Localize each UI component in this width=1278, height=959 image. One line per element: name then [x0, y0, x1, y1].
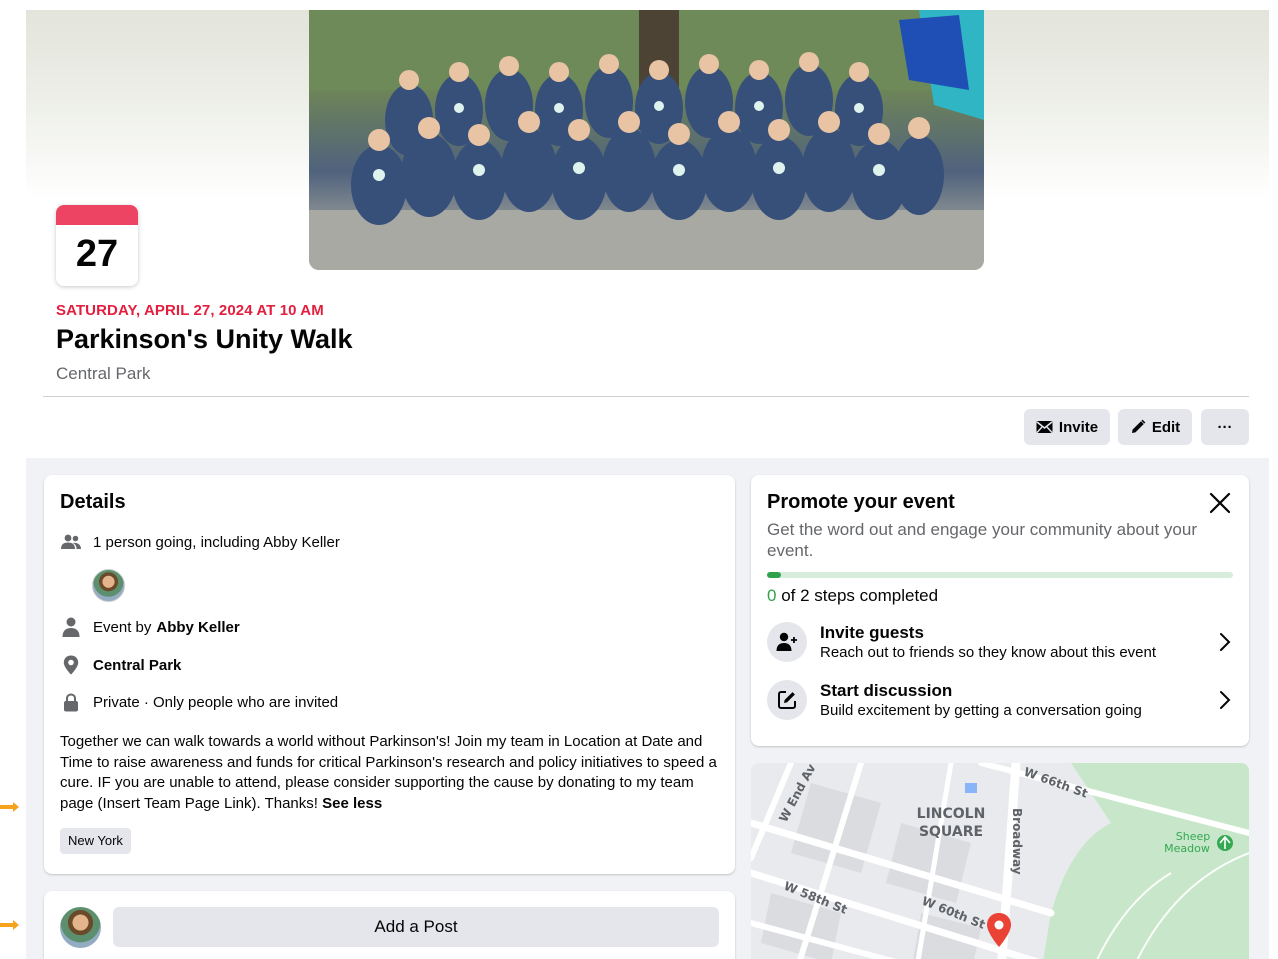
compose-icon: [767, 680, 807, 720]
steps-completed: 0 of 2 steps completed: [767, 586, 938, 606]
map-label-lincoln: LINCOLN: [917, 806, 986, 822]
event-location-link[interactable]: Central Park: [56, 364, 150, 384]
calendar-date-card: 27: [56, 205, 138, 286]
details-card: Details 1 person going, including Abby K…: [44, 475, 735, 874]
details-heading: Details: [60, 491, 126, 513]
steps-rest-text: of 2 steps completed: [781, 586, 939, 605]
invite-guests-step[interactable]: Invite guests Reach out to friends so th…: [767, 616, 1233, 668]
guest-avatar[interactable]: [92, 569, 125, 602]
promote-heading: Promote your event: [767, 491, 955, 513]
invite-button[interactable]: Invite: [1024, 409, 1110, 445]
pencil-icon: [1131, 419, 1146, 433]
location-name: Central Park: [93, 656, 182, 674]
location-map[interactable]: W End Av W 66th St LINCOLN SQUARE Broadw…: [751, 763, 1249, 959]
start-discussion-step[interactable]: Start discussion Build excitement by get…: [767, 674, 1233, 726]
host-row: Event by Abby Keller: [60, 616, 240, 638]
add-person-icon: [767, 622, 807, 662]
event-title: Parkinson's Unity Walk: [56, 324, 353, 354]
cover-photo[interactable]: [309, 10, 984, 270]
chevron-right-icon: [1220, 633, 1231, 651]
description-text: Together we can walk towards a world wit…: [60, 733, 717, 812]
map-label-broadway: Broadway: [1010, 808, 1024, 875]
header-divider: [43, 396, 1249, 397]
step-description: Build excitement by getting a conversati…: [820, 701, 1142, 719]
map-label-square: SQUARE: [919, 824, 983, 840]
lock-icon: [60, 691, 82, 713]
see-less-link[interactable]: See less: [322, 795, 382, 812]
annotation-arrow: [0, 920, 19, 930]
user-avatar[interactable]: [60, 907, 101, 948]
event-by-prefix: Event by: [93, 618, 152, 636]
progress-bar: [767, 572, 1233, 578]
steps-done-count: 0: [767, 586, 777, 605]
people-icon: [60, 531, 82, 553]
privacy-text: Private · Only people who are invited: [93, 693, 339, 711]
annotation-arrow: [0, 802, 19, 812]
event-description: Together we can walk towards a world wit…: [60, 732, 720, 814]
person-icon: [60, 616, 82, 638]
event-day-number: 27: [75, 233, 119, 275]
map-label-meadow: Meadow: [1164, 842, 1210, 855]
category-tag[interactable]: New York: [60, 828, 131, 854]
location-row[interactable]: Central Park: [60, 654, 181, 676]
going-text: 1 person going, including Abby Keller: [93, 533, 340, 551]
cover-area: [26, 10, 1269, 458]
calendar-bar: [56, 205, 138, 225]
progress-fill: [767, 572, 781, 578]
add-post-button[interactable]: Add a Post: [113, 907, 719, 947]
promote-event-card: Promote your event Get the word out and …: [751, 475, 1249, 746]
edit-label: Edit: [1151, 418, 1181, 436]
location-pin-icon: [60, 654, 82, 676]
more-dots-icon: ···: [1217, 418, 1233, 436]
step-title: Start discussion: [820, 680, 953, 700]
chevron-right-icon: [1220, 691, 1231, 709]
step-description: Reach out to friends so they know about …: [820, 643, 1157, 661]
privacy-row: Private · Only people who are invited: [60, 691, 338, 713]
post-composer-card: Add a Post: [44, 891, 735, 959]
close-icon[interactable]: [1206, 489, 1234, 517]
event-datetime: SATURDAY, APRIL 27, 2024 AT 10 AM: [56, 302, 324, 319]
going-row[interactable]: 1 person going, including Abby Keller: [60, 531, 340, 553]
promote-subtitle: Get the word out and engage your communi…: [767, 520, 1197, 560]
step-title: Invite guests: [820, 622, 924, 642]
invite-label: Invite: [1058, 418, 1099, 436]
host-name-link[interactable]: Abby Keller: [156, 619, 239, 636]
more-options-button[interactable]: ···: [1201, 409, 1249, 445]
envelope-icon: [1036, 421, 1053, 433]
group-photo-illustration: [309, 10, 984, 270]
edit-button[interactable]: Edit: [1118, 409, 1192, 445]
